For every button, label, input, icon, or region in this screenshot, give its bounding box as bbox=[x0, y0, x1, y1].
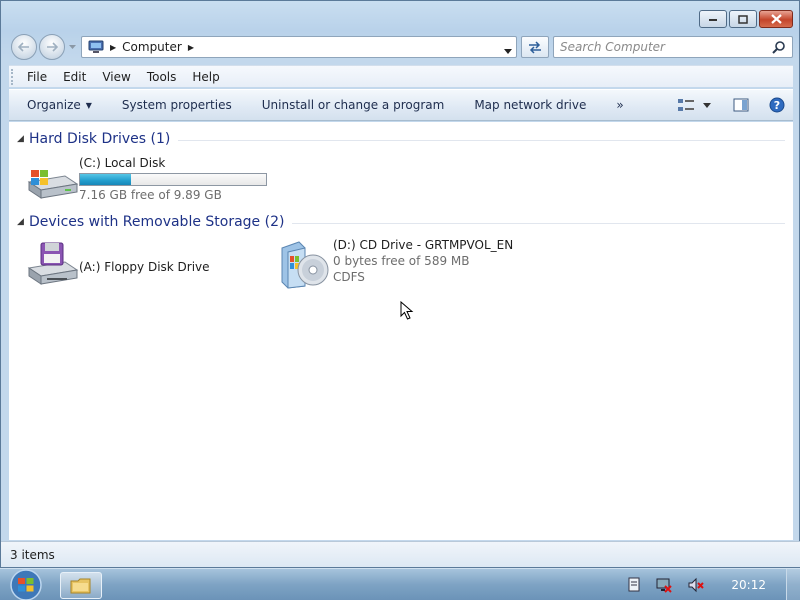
window-controls bbox=[697, 10, 793, 28]
show-desktop-button[interactable] bbox=[786, 569, 800, 600]
chevron-down-icon bbox=[68, 44, 76, 49]
content-pane: ◢ Hard Disk Drives (1) (C:) Local Disk 7… bbox=[9, 122, 793, 540]
search-input[interactable] bbox=[554, 37, 754, 57]
taskbar: 20:12 bbox=[0, 568, 800, 600]
drive-c[interactable]: (C:) Local Disk 7.16 GB free of 9.89 GB bbox=[25, 156, 267, 208]
uninstall-program-button[interactable]: Uninstall or change a program bbox=[247, 90, 460, 120]
folder-icon bbox=[70, 578, 91, 593]
maximize-icon bbox=[738, 14, 748, 24]
forward-button[interactable] bbox=[39, 34, 65, 60]
clock[interactable]: 20:12 bbox=[731, 578, 766, 592]
menu-edit[interactable]: Edit bbox=[55, 70, 94, 84]
menu-file[interactable]: File bbox=[19, 70, 55, 84]
network-icon[interactable] bbox=[655, 577, 673, 593]
help-icon: ? bbox=[769, 97, 785, 113]
system-properties-button[interactable]: System properties bbox=[107, 90, 247, 120]
capacity-bar bbox=[79, 173, 267, 186]
search-box[interactable] bbox=[553, 36, 793, 58]
menu-bar: File Edit View Tools Help bbox=[9, 65, 793, 87]
minimize-button[interactable] bbox=[699, 10, 727, 28]
collapse-icon[interactable]: ◢ bbox=[17, 134, 29, 144]
close-button[interactable] bbox=[759, 10, 793, 28]
explorer-window: ▶ Computer ▶ File Edit View Tools Help bbox=[0, 0, 800, 568]
preview-pane-icon bbox=[733, 98, 749, 112]
drive-a-details: (A:) Floppy Disk Drive bbox=[79, 240, 210, 292]
breadcrumb-separator[interactable]: ▶ bbox=[188, 43, 194, 52]
title-bar[interactable] bbox=[1, 1, 799, 33]
drive-c-details: (C:) Local Disk 7.16 GB free of 9.89 GB bbox=[79, 156, 267, 208]
breadcrumb-computer[interactable]: Computer bbox=[122, 40, 182, 54]
menu-tools[interactable]: Tools bbox=[139, 70, 185, 84]
action-center-icon[interactable] bbox=[627, 577, 641, 593]
command-bar: Organize ▼ System properties Uninstall o… bbox=[9, 89, 793, 121]
computer-icon bbox=[88, 40, 104, 54]
organize-label: Organize bbox=[27, 98, 81, 112]
drive-a[interactable]: (A:) Floppy Disk Drive bbox=[25, 240, 210, 292]
drive-name: (A:) Floppy Disk Drive bbox=[79, 260, 210, 274]
windows-start-icon bbox=[10, 569, 42, 600]
drive-name: (D:) CD Drive - GRTMPVOL_EN bbox=[333, 238, 514, 252]
drive-filesystem: CDFS bbox=[333, 270, 365, 284]
breadcrumb-separator[interactable]: ▶ bbox=[110, 43, 116, 52]
group-label: Devices with Removable Storage (2) bbox=[29, 214, 285, 230]
close-icon bbox=[770, 14, 782, 24]
volume-muted-icon[interactable] bbox=[687, 577, 705, 593]
change-view-button[interactable] bbox=[677, 98, 695, 112]
forward-arrow-icon bbox=[47, 42, 58, 52]
taskbar-explorer-button[interactable] bbox=[60, 572, 102, 599]
capacity-bar-fill bbox=[80, 174, 132, 185]
view-dropdown[interactable] bbox=[703, 102, 711, 108]
menu-help[interactable]: Help bbox=[184, 70, 227, 84]
group-header-hard-disks[interactable]: ◢ Hard Disk Drives (1) bbox=[17, 131, 785, 147]
preview-pane-button[interactable] bbox=[733, 98, 749, 112]
group-label: Hard Disk Drives (1) bbox=[29, 131, 171, 147]
chevron-down-icon bbox=[703, 102, 711, 108]
address-dropdown[interactable] bbox=[504, 43, 512, 57]
collapse-icon[interactable]: ◢ bbox=[17, 217, 29, 227]
start-button[interactable] bbox=[6, 569, 46, 600]
map-network-drive-button[interactable]: Map network drive bbox=[459, 90, 601, 120]
back-button[interactable] bbox=[11, 34, 37, 60]
group-divider bbox=[178, 139, 785, 141]
drive-free-space: 7.16 GB free of 9.89 GB bbox=[79, 188, 222, 202]
cd-drive-icon bbox=[279, 238, 333, 290]
drive-free-space: 0 bytes free of 589 MB bbox=[333, 254, 470, 268]
group-header-removable[interactable]: ◢ Devices with Removable Storage (2) bbox=[17, 214, 785, 230]
view-options-icon bbox=[678, 99, 694, 111]
svg-text:?: ? bbox=[774, 99, 780, 112]
drive-d-details: (D:) CD Drive - GRTMPVOL_EN 0 bytes free… bbox=[333, 238, 513, 290]
minimize-icon bbox=[709, 19, 717, 21]
drive-d[interactable]: (D:) CD Drive - GRTMPVOL_EN 0 bytes free… bbox=[279, 238, 513, 290]
menu-view[interactable]: View bbox=[94, 70, 138, 84]
help-button[interactable]: ? bbox=[769, 97, 785, 113]
chevron-down-icon bbox=[504, 49, 512, 54]
refresh-button[interactable] bbox=[521, 36, 549, 58]
group-divider bbox=[292, 222, 785, 224]
hard-disk-icon bbox=[25, 156, 79, 208]
more-commands-button[interactable]: » bbox=[601, 90, 638, 120]
maximize-button[interactable] bbox=[729, 10, 757, 28]
organize-button[interactable]: Organize ▼ bbox=[9, 90, 107, 120]
recent-pages-dropdown[interactable] bbox=[67, 42, 77, 52]
chevron-down-icon: ▼ bbox=[85, 100, 92, 110]
drive-name: (C:) Local Disk bbox=[79, 156, 166, 170]
search-icon[interactable] bbox=[772, 40, 786, 57]
item-count: 3 items bbox=[10, 547, 55, 562]
refresh-icon bbox=[529, 41, 541, 54]
system-tray: 20:12 bbox=[627, 569, 800, 600]
back-arrow-icon bbox=[18, 42, 29, 52]
floppy-drive-icon bbox=[25, 240, 79, 292]
mouse-cursor-icon bbox=[400, 301, 414, 320]
toolbar-grip bbox=[11, 68, 19, 85]
view-controls: ? bbox=[665, 90, 785, 120]
navigation-row: ▶ Computer ▶ bbox=[9, 34, 793, 60]
status-bar: 3 items bbox=[1, 541, 800, 567]
address-bar[interactable]: ▶ Computer ▶ bbox=[81, 36, 517, 58]
